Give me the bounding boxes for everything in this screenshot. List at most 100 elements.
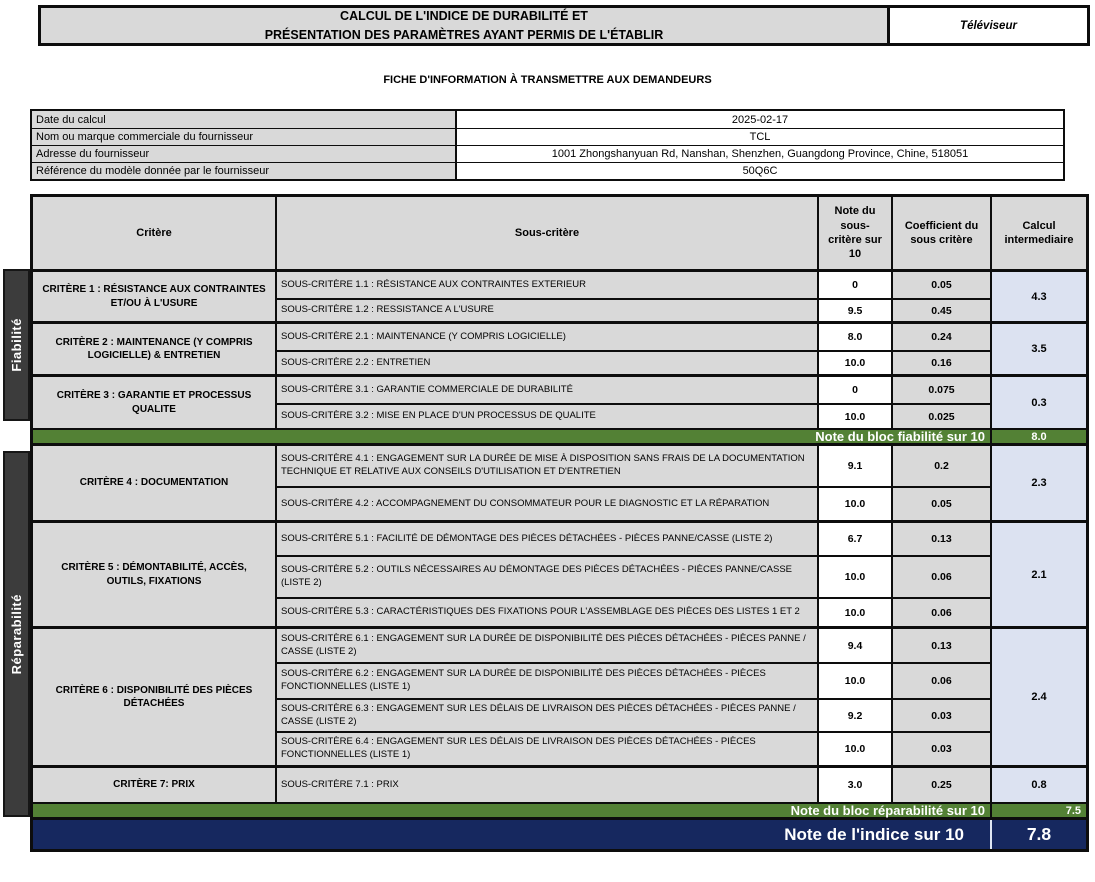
col-header-sous-critere: Sous-critère [275, 197, 817, 269]
document-title-line2: PRÉSENTATION DES PARAMÈTRES AYANT PERMIS… [41, 26, 887, 45]
note-cell: 10.0 [817, 352, 891, 374]
intermediate-calc-cell: 0.8 [990, 768, 1086, 802]
coefficient-cell: 0.13 [891, 629, 990, 662]
note-cell: 10.0 [817, 557, 891, 597]
criterion-group-3: CRITÈRE 3 : GARANTIE ET PROCESSUS QUALIT… [33, 374, 1086, 428]
supplier-info-table: Date du calcul 2025-02-17 Nom ou marque … [30, 109, 1065, 181]
side-label-text: Fiabilité [9, 318, 24, 372]
document-header: CALCUL DE L'INDICE DE DURABILITÉ ET PRÉS… [38, 5, 1090, 46]
info-label: Date du calcul [32, 111, 455, 128]
coefficient-cell: 0.025 [891, 405, 990, 428]
criterion-title: CRITÈRE 7: PRIX [33, 768, 275, 802]
info-value: 1001 Zhongshanyuan Rd, Nanshan, Shenzhen… [455, 146, 1063, 162]
subcriterion-label: SOUS-CRITÈRE 4.2 : ACCOMPAGNEMENT DU CON… [277, 488, 817, 520]
coefficient-cell: 0.45 [891, 300, 990, 321]
note-cell: 0 [817, 272, 891, 298]
note-cell: 9.1 [817, 446, 891, 486]
total-score-bar: Note de l'indice sur 10 7.8 [33, 817, 1086, 849]
subcriterion-label: SOUS-CRITÈRE 4.1 : ENGAGEMENT SUR LA DUR… [277, 446, 817, 486]
subcriterion-label: SOUS-CRITÈRE 1.1 : RÉSISTANCE AUX CONTRA… [277, 272, 817, 298]
info-value: 2025-02-17 [455, 111, 1063, 128]
note-cell: 6.7 [817, 523, 891, 555]
criterion-title: CRITÈRE 1 : RÉSISTANCE AUX CONTRAINTES E… [33, 272, 275, 321]
subcriterion-row: SOUS-CRITÈRE 7.1 : PRIX 3.0 0.25 [277, 768, 990, 802]
note-cell: 10.0 [817, 488, 891, 520]
subcriterion-row: SOUS-CRITÈRE 5.2 : OUTILS NÉCESSAIRES AU… [277, 555, 990, 597]
info-row-date: Date du calcul 2025-02-17 [32, 111, 1063, 128]
criterion-title: CRITÈRE 5 : DÉMONTABILITÉ, ACCÈS, OUTILS… [33, 523, 275, 626]
intermediate-calc-cell: 2.4 [990, 629, 1086, 765]
note-cell: 10.0 [817, 664, 891, 698]
subcriterion-label: SOUS-CRITÈRE 1.2 : RESSISTANCE A L'USURE [277, 300, 817, 321]
criterion-group-6: CRITÈRE 6 : DISPONIBILITÉ DES PIÈCES DÉT… [33, 626, 1086, 765]
side-label-reparabilite: Réparabilité [3, 451, 30, 817]
info-value: TCL [455, 129, 1063, 145]
criteria-table-wrap: Fiabilité Réparabilité Critère Sous-crit… [0, 194, 1095, 852]
criterion-title: CRITÈRE 4 : DOCUMENTATION [33, 446, 275, 520]
subcriterion-row: SOUS-CRITÈRE 6.2 : ENGAGEMENT SUR LA DUR… [277, 662, 990, 698]
criterion-group-2: CRITÈRE 2 : MAINTENANCE (Y COMPRIS LOGIC… [33, 321, 1086, 374]
subcriterion-label: SOUS-CRITÈRE 3.2 : MISE EN PLACE D'UN PR… [277, 405, 817, 428]
note-cell: 3.0 [817, 768, 891, 802]
criterion-title: CRITÈRE 2 : MAINTENANCE (Y COMPRIS LOGIC… [33, 324, 275, 374]
subcriterion-row: SOUS-CRITÈRE 5.1 : FACILITÉ DE DÉMONTAGE… [277, 523, 990, 555]
info-row-model: Référence du modèle donnée par le fourni… [32, 162, 1063, 179]
subcriterion-row: SOUS-CRITÈRE 1.2 : RESSISTANCE A L'USURE… [277, 298, 990, 321]
coefficient-cell: 0.03 [891, 733, 990, 765]
coefficient-cell: 0.06 [891, 599, 990, 626]
criterion-group-7: CRITÈRE 7: PRIX SOUS-CRITÈRE 7.1 : PRIX … [33, 765, 1086, 802]
subcriterion-label: SOUS-CRITÈRE 5.2 : OUTILS NÉCESSAIRES AU… [277, 557, 817, 597]
subcriterion-label: SOUS-CRITÈRE 3.1 : GARANTIE COMMERCIALE … [277, 377, 817, 403]
note-cell: 9.5 [817, 300, 891, 321]
intermediate-calc-cell: 4.3 [990, 272, 1086, 321]
coefficient-cell: 0.25 [891, 768, 990, 802]
coefficient-cell: 0.06 [891, 557, 990, 597]
subcriterion-label: SOUS-CRITÈRE 2.1 : MAINTENANCE (Y COMPRI… [277, 324, 817, 350]
document-title: CALCUL DE L'INDICE DE DURABILITÉ ET PRÉS… [41, 8, 887, 43]
note-cell: 0 [817, 377, 891, 403]
coefficient-cell: 0.2 [891, 446, 990, 486]
block-score-label: Note du bloc fiabilité sur 10 [33, 430, 990, 443]
block-score-value: 8.0 [990, 430, 1086, 443]
block-score-bar-fiabilite: Note du bloc fiabilité sur 10 8.0 [33, 428, 1086, 443]
subcriterion-label: SOUS-CRITÈRE 2.2 : ENTRETIEN [277, 352, 817, 374]
subcriterion-row: SOUS-CRITÈRE 6.3 : ENGAGEMENT SUR LES DÉ… [277, 698, 990, 731]
info-label: Adresse du fournisseur [32, 146, 455, 162]
subcriterion-label: SOUS-CRITÈRE 7.1 : PRIX [277, 768, 817, 802]
intermediate-calc-cell: 3.5 [990, 324, 1086, 374]
block-score-value: 7.5 [990, 804, 1086, 817]
subcriterion-row: SOUS-CRITÈRE 3.1 : GARANTIE COMMERCIALE … [277, 377, 990, 403]
side-label-fiabilite: Fiabilité [3, 269, 30, 421]
note-cell: 10.0 [817, 599, 891, 626]
criterion-title: CRITÈRE 6 : DISPONIBILITÉ DES PIÈCES DÉT… [33, 629, 275, 765]
subcriterion-row: SOUS-CRITÈRE 4.2 : ACCOMPAGNEMENT DU CON… [277, 486, 990, 520]
subcriterion-row: SOUS-CRITÈRE 1.1 : RÉSISTANCE AUX CONTRA… [277, 272, 990, 298]
criterion-title: CRITÈRE 3 : GARANTIE ET PROCESSUS QUALIT… [33, 377, 275, 428]
coefficient-cell: 0.075 [891, 377, 990, 403]
subcriterion-row: SOUS-CRITÈRE 4.1 : ENGAGEMENT SUR LA DUR… [277, 446, 990, 486]
subcriterion-row: SOUS-CRITÈRE 5.3 : CARACTÉRISTIQUES DES … [277, 597, 990, 626]
info-label: Référence du modèle donnée par le fourni… [32, 163, 455, 179]
info-row-brand: Nom ou marque commerciale du fournisseur… [32, 128, 1063, 145]
criteria-table-header: Critère Sous-critère Note du sous-critèr… [33, 197, 1086, 269]
document-title-line1: CALCUL DE L'INDICE DE DURABILITÉ ET [41, 7, 887, 26]
criteria-table: Critère Sous-critère Note du sous-critèr… [30, 194, 1089, 852]
note-cell: 10.0 [817, 405, 891, 428]
coefficient-cell: 0.16 [891, 352, 990, 374]
side-label-text: Réparabilité [9, 594, 24, 674]
note-cell: 8.0 [817, 324, 891, 350]
note-cell: 10.0 [817, 733, 891, 765]
coefficient-cell: 0.24 [891, 324, 990, 350]
product-type-box: Téléviseur [887, 8, 1087, 43]
col-header-note: Note du sous-critère sur 10 [817, 197, 891, 269]
subcriterion-row: SOUS-CRITÈRE 6.4 : ENGAGEMENT SUR LES DÉ… [277, 731, 990, 765]
subcriterion-row: SOUS-CRITÈRE 2.2 : ENTRETIEN 10.0 0.16 [277, 350, 990, 374]
col-header-critere: Critère [33, 197, 275, 269]
durability-index-sheet: CALCUL DE L'INDICE DE DURABILITÉ ET PRÉS… [0, 0, 1095, 882]
info-row-address: Adresse du fournisseur 1001 Zhongshanyua… [32, 145, 1063, 162]
subcriterion-label: SOUS-CRITÈRE 5.3 : CARACTÉRISTIQUES DES … [277, 599, 817, 626]
info-value: 50Q6C [455, 163, 1063, 179]
subcriterion-label: SOUS-CRITÈRE 6.1 : ENGAGEMENT SUR LA DUR… [277, 629, 817, 662]
subcriterion-label: SOUS-CRITÈRE 6.3 : ENGAGEMENT SUR LES DÉ… [277, 700, 817, 731]
block-score-bar-reparabilite: Note du bloc réparabilité sur 10 7.5 [33, 802, 1086, 817]
